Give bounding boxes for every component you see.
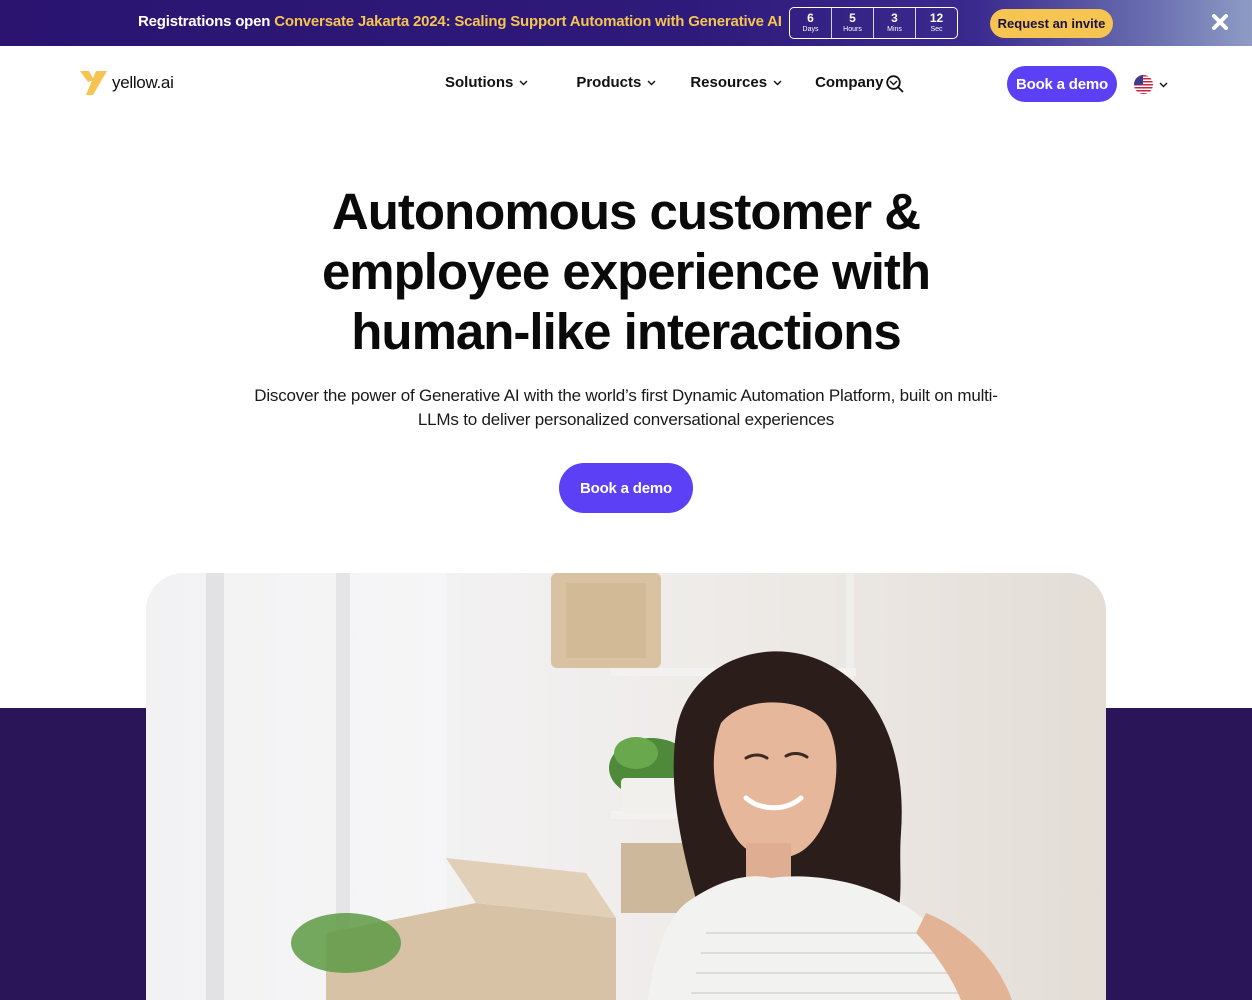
chevron-down-icon: [773, 80, 782, 85]
announcement-prefix: Registrations open: [138, 13, 271, 30]
book-demo-button-hero[interactable]: Book a demo: [559, 463, 693, 513]
hero-title-line: Autonomous customer &: [331, 183, 921, 240]
nav-item-solutions[interactable]: Solutions: [445, 74, 528, 91]
countdown-days: 6 Days: [790, 8, 832, 38]
hero-title-line: employee experience with: [321, 243, 931, 300]
close-icon[interactable]: [1209, 11, 1231, 33]
chevron-down-icon: [647, 80, 656, 85]
countdown-secs: 12 Sec: [916, 8, 957, 38]
announcement-bar: Registrations open Conversate Jakarta 20…: [0, 0, 1252, 46]
chevron-down-icon: [1159, 82, 1168, 87]
countdown-unit: Hours: [843, 26, 862, 33]
logo-text: yellow.ai: [112, 73, 174, 92]
nav-menu: Solutions Products Resources Company: [445, 74, 898, 91]
nav-item-label: Solutions: [445, 74, 514, 91]
hero-title: Autonomous customer & employee experienc…: [226, 182, 1026, 362]
hero-subtitle-line: Discover the power of Generative AI with…: [254, 386, 998, 405]
language-selector[interactable]: [1134, 75, 1168, 94]
nav-item-resources[interactable]: Resources: [690, 74, 782, 91]
countdown-unit: Sec: [930, 26, 943, 33]
countdown-unit: Days: [802, 26, 819, 33]
countdown-unit: Mins: [887, 26, 902, 33]
countdown-mins: 3 Mins: [874, 8, 916, 38]
countdown-value: 12: [929, 11, 944, 25]
chevron-down-icon: [519, 80, 528, 85]
hero-subtitle-line: LLMs to deliver personalized conversatio…: [417, 410, 835, 429]
countdown-value: 6: [807, 11, 814, 25]
nav-item-label: Resources: [690, 74, 768, 91]
hero-title-line: human-like interactions: [351, 303, 901, 360]
nav-item-products[interactable]: Products: [576, 74, 656, 91]
nav-item-label: Products: [576, 74, 642, 91]
yellow-ai-logo-icon: [80, 71, 107, 95]
us-flag-icon: [1134, 75, 1153, 94]
countdown-hours: 5 Hours: [832, 8, 874, 38]
main-navigation: yellow.ai Solutions Products Resources C…: [0, 46, 1252, 122]
request-invite-button[interactable]: Request an invite: [990, 9, 1113, 38]
book-demo-button-header[interactable]: Book a demo: [1007, 66, 1117, 102]
logo[interactable]: yellow.ai: [80, 70, 174, 96]
countdown-timer: 6 Days 5 Hours 3 Mins 12 Sec: [789, 7, 958, 39]
search-icon[interactable]: [885, 74, 905, 94]
hero-subtitle: Discover the power of Generative AI with…: [216, 384, 1036, 432]
nav-item-label: Company: [815, 74, 884, 91]
announcement-text[interactable]: Registrations open Conversate Jakarta 20…: [138, 13, 782, 30]
hero-image: [146, 573, 1106, 1000]
event-link[interactable]: Conversate Jakarta 2024: Scaling Support…: [274, 13, 782, 30]
countdown-value: 5: [849, 11, 856, 25]
countdown-value: 3: [891, 11, 898, 25]
